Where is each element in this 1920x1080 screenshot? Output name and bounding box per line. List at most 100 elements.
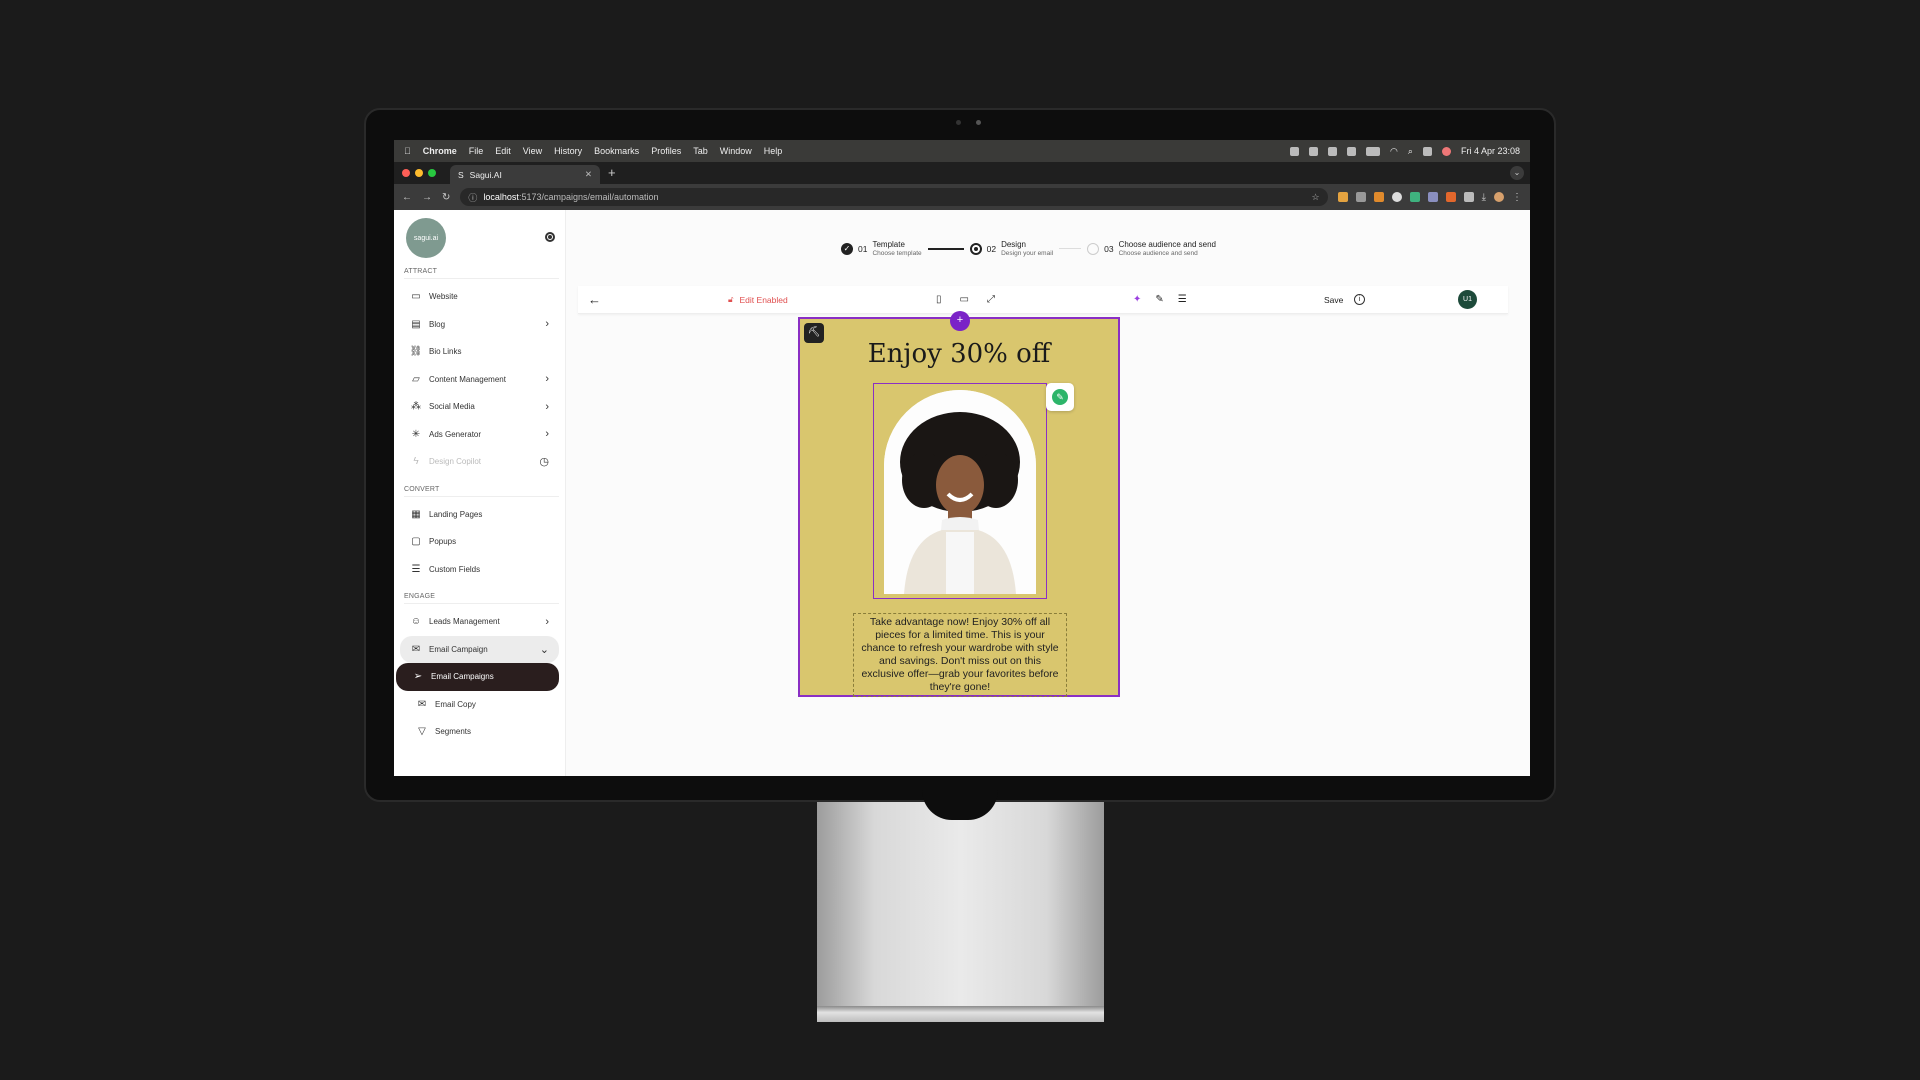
bookmark-star-icon[interactable]: ☆ bbox=[1312, 192, 1320, 203]
sidebar-item-popups[interactable]: ▢ Popups bbox=[400, 528, 559, 556]
fullscreen-icon[interactable]: ⤢ bbox=[987, 294, 995, 305]
email-body-text[interactable]: Take advantage now! Enjoy 30% off all pi… bbox=[853, 613, 1067, 697]
chevron-right-icon: › bbox=[545, 615, 549, 628]
email-canvas[interactable]: + ⛏ Enjoy 30% off ✎ Take advantage now! … bbox=[798, 311, 1120, 697]
clock-icon[interactable] bbox=[1347, 146, 1357, 156]
share-nodes-icon: ⁂ bbox=[411, 401, 421, 413]
browser-tab[interactable]: S Sagui.AI ✕ bbox=[450, 165, 600, 184]
stand-base bbox=[817, 1006, 1104, 1022]
clock-icon: ◷ bbox=[539, 456, 549, 469]
extension-icon[interactable] bbox=[1427, 192, 1438, 202]
back-arrow-icon[interactable]: ← bbox=[588, 292, 601, 307]
menu-help[interactable]: Help bbox=[764, 146, 783, 156]
sidebar-item-email-campaigns[interactable]: ➢ Email Campaigns bbox=[396, 663, 559, 691]
extension-icon[interactable] bbox=[1355, 192, 1366, 202]
menu-window[interactable]: Window bbox=[720, 146, 752, 156]
tab-search-chevron-icon[interactable]: ⌄ bbox=[1510, 166, 1524, 180]
datetime[interactable]: Fri 4 Apr 23:08 bbox=[1461, 146, 1520, 156]
wifi-icon[interactable]: ◠ bbox=[1390, 146, 1398, 157]
sidebar-item-social-media[interactable]: ⁂ Social Media › bbox=[400, 393, 559, 421]
step-number: 02 bbox=[986, 243, 997, 254]
menu-view[interactable]: View bbox=[523, 146, 542, 156]
step-template[interactable]: ✓ 01 Template Choose template bbox=[841, 240, 922, 257]
sidebar-item-segments[interactable]: ▽ Segments bbox=[400, 718, 559, 746]
sidebar-item-blog[interactable]: ▤ Blog › bbox=[400, 311, 559, 339]
editor-main: ✓ 01 Template Choose template 02 Design De… bbox=[566, 210, 1530, 776]
profile-avatar-icon[interactable] bbox=[1494, 192, 1504, 202]
sidebar-item-email-copy[interactable]: ✉ Email Copy bbox=[400, 691, 559, 719]
section-label-engage: ENGAGE bbox=[404, 593, 559, 604]
extension-icon[interactable] bbox=[1337, 192, 1348, 202]
minimize-window-button[interactable] bbox=[415, 169, 423, 177]
tray-icon[interactable] bbox=[1309, 146, 1319, 156]
sidebar-item-ads-generator[interactable]: ✳ Ads Generator › bbox=[400, 421, 559, 449]
apple-icon[interactable]:  bbox=[404, 146, 411, 156]
camera-dot bbox=[976, 120, 981, 125]
close-tab-icon[interactable]: ✕ bbox=[585, 169, 592, 180]
menu-history[interactable]: History bbox=[554, 146, 582, 156]
user-avatar[interactable]: U1 bbox=[1458, 290, 1477, 309]
sagui-logo[interactable]: sagui.ai bbox=[406, 218, 446, 258]
editor-toolbar: ← 🔓︎ Edit Enabled ▯ ▭ ⤢ ✦ ✎ ☰ Save i U1 bbox=[578, 286, 1508, 314]
mobile-preview-icon[interactable]: ▯ bbox=[936, 294, 942, 305]
menu-bookmarks[interactable]: Bookmarks bbox=[594, 146, 639, 156]
menu-profiles[interactable]: Profiles bbox=[651, 146, 681, 156]
email-headline[interactable]: Enjoy 30% off bbox=[800, 339, 1118, 369]
loader-icon: ✳ bbox=[411, 428, 421, 440]
step-audience[interactable]: 03 Choose audience and send Choose audien… bbox=[1087, 240, 1216, 257]
app-menu[interactable]: Chrome bbox=[423, 146, 457, 156]
desktop-preview-icon[interactable]: ▭ bbox=[960, 294, 969, 305]
edit-enabled-toggle[interactable]: 🔓︎ Edit Enabled bbox=[728, 294, 788, 305]
hero-photo bbox=[884, 390, 1036, 594]
extension-icon[interactable] bbox=[1445, 192, 1456, 202]
monitor-bezel:  Chrome File Edit View History Bookmark… bbox=[364, 108, 1556, 802]
search-icon[interactable]: ⌕ bbox=[1408, 146, 1413, 157]
sidebar-item-custom-fields[interactable]: ☰ Custom Fields bbox=[400, 556, 559, 584]
sidebar-item-bio-links[interactable]: ⛓ Bio Links bbox=[400, 338, 559, 366]
address-bar[interactable]: ⓘ localhost:5173/campaigns/email/automat… bbox=[460, 188, 1328, 206]
new-tab-button[interactable]: + bbox=[608, 162, 616, 184]
extensions-puzzle-icon[interactable] bbox=[1463, 192, 1474, 202]
add-block-icon[interactable]: + bbox=[950, 311, 970, 331]
download-icon[interactable]: ⤓ bbox=[1482, 192, 1486, 203]
email-image-block[interactable] bbox=[873, 383, 1047, 599]
extension-icon[interactable] bbox=[1391, 192, 1402, 202]
status-tray: ◠ ⌕ Fri 4 Apr 23:08 bbox=[1290, 146, 1520, 157]
step-subtitle: Choose audience and send bbox=[1118, 250, 1198, 257]
step-design[interactable]: 02 Design Design your email bbox=[969, 240, 1053, 257]
section-label-convert: CONVERT bbox=[404, 486, 559, 497]
edit-image-button[interactable]: ✎ bbox=[1046, 383, 1074, 411]
battery-icon[interactable] bbox=[1366, 146, 1381, 156]
lightning-icon: ϟ bbox=[413, 456, 419, 468]
control-center-icon[interactable] bbox=[1422, 146, 1432, 156]
sidebar-item-website[interactable]: ▭ Website bbox=[400, 283, 559, 311]
sidebar-item-landing-pages[interactable]: ▦ Landing Pages bbox=[400, 501, 559, 529]
back-icon[interactable]: ← bbox=[402, 192, 412, 203]
ai-sparkle-icon[interactable]: ✦ bbox=[1133, 294, 1141, 305]
tray-icon[interactable] bbox=[1328, 146, 1338, 156]
extension-icon[interactable] bbox=[1373, 192, 1384, 202]
vue-devtools-icon[interactable] bbox=[1409, 192, 1420, 202]
sidebar-toggle-icon[interactable] bbox=[545, 232, 555, 242]
siri-icon[interactable] bbox=[1441, 146, 1451, 156]
reload-icon[interactable]: ↻ bbox=[442, 192, 450, 203]
sidebar-item-content-management[interactable]: ▱ Content Management › bbox=[400, 366, 559, 394]
sidebar-item-leads-management[interactable]: ☺ Leads Management › bbox=[400, 608, 559, 636]
chrome-menu-icon[interactable]: ⋮ bbox=[1512, 192, 1522, 203]
sliders-icon[interactable]: ☰ bbox=[1178, 294, 1187, 305]
tray-icon[interactable] bbox=[1290, 146, 1300, 156]
forward-icon[interactable]: → bbox=[422, 192, 432, 203]
section-label-attract: ATTRACT bbox=[404, 268, 559, 279]
menu-edit[interactable]: Edit bbox=[495, 146, 511, 156]
site-info-icon[interactable]: ⓘ bbox=[468, 191, 477, 204]
brush-icon[interactable]: ✎ bbox=[1155, 294, 1163, 305]
menu-tab[interactable]: Tab bbox=[693, 146, 708, 156]
sidebar-item-email-campaign[interactable]: ✉ Email Campaign ⌄ bbox=[400, 635, 559, 663]
maximize-window-button[interactable] bbox=[428, 169, 436, 177]
close-window-button[interactable] bbox=[402, 169, 410, 177]
save-button[interactable]: Save bbox=[1324, 295, 1343, 305]
step-subtitle: Choose template bbox=[872, 250, 922, 257]
menu-file[interactable]: File bbox=[469, 146, 484, 156]
info-icon[interactable]: i bbox=[1354, 294, 1365, 305]
url-host: localhost bbox=[483, 192, 519, 202]
